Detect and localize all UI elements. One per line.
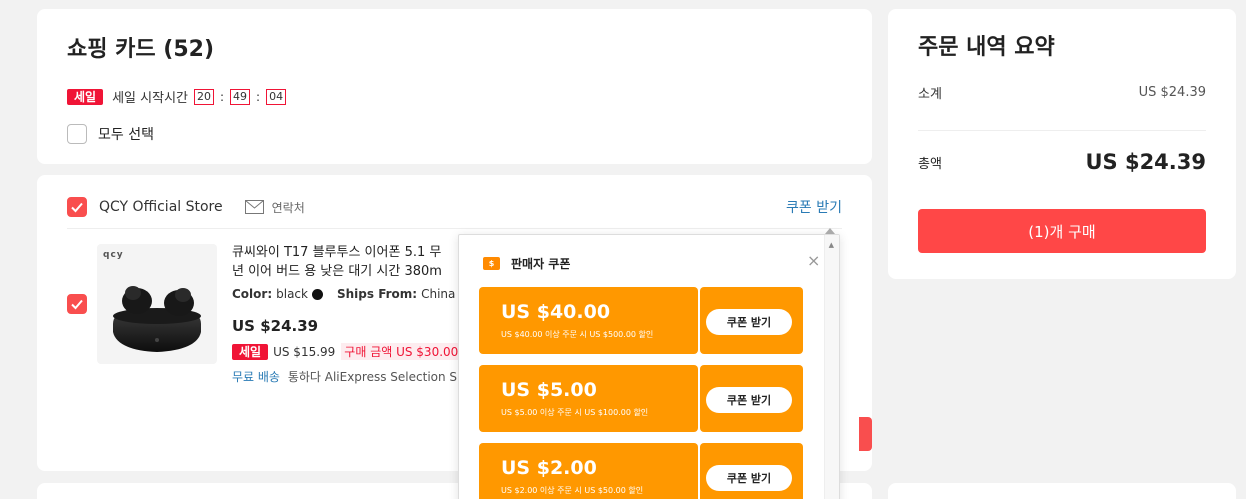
coupon-edge <box>479 365 482 432</box>
coupon-body: US $2.00 US $2.00 이상 주문 시 US $50.00 할인 <box>479 443 698 499</box>
order-summary-card: 주문 내역 요약 소계 US $24.39 총액 US $24.39 (1)개 … <box>888 9 1236 279</box>
mail-icon <box>244 200 264 214</box>
summary-title: 주문 내역 요약 <box>918 35 1055 60</box>
scroll-up-icon[interactable]: ▲ <box>829 241 834 249</box>
sale-price-row: 세일 US $15.99 구매 금액 US $30.00 <box>232 343 460 360</box>
timer-separator: : <box>256 89 261 104</box>
coupon-amount: US $5.00 <box>501 379 597 401</box>
coupon-edge <box>800 443 803 499</box>
check-icon <box>71 299 83 310</box>
partially-hidden-button[interactable] <box>859 417 872 451</box>
coupon-card: US $2.00 US $2.00 이상 주문 시 US $50.00 할인 쿠… <box>479 443 803 499</box>
product-title-line: 큐씨와이 T17 블루투스 이어폰 5.1 무 <box>232 245 442 260</box>
coupon-stub: 쿠폰 받기 <box>700 365 803 432</box>
product-options[interactable]: Color: black Ships From: China <box>232 287 455 301</box>
product-title-link[interactable]: 큐씨와이 T17 블루투스 이어폰 5.1 무 년 이어 버드 용 낮은 대기 … <box>232 243 457 281</box>
coupon-ticket-icon: $ <box>483 257 500 270</box>
coupon-card: US $5.00 US $5.00 이상 주문 시 US $100.00 할인 … <box>479 365 803 432</box>
summary-lower-card <box>888 483 1236 499</box>
free-shipping-label: 무료 배송 <box>232 370 280 384</box>
sale-timer-row: 세일 세일 시작시간 20 : 49 : 04 <box>67 87 288 106</box>
close-icon[interactable]: × <box>807 251 820 270</box>
select-all-row[interactable]: 모두 선택 <box>67 124 154 144</box>
shipping-row: 무료 배송 통하다 AliExpress Selection Shi <box>232 368 460 385</box>
sale-badge: 세일 <box>232 343 269 360</box>
ships-from-value: China <box>421 287 456 301</box>
coupon-body: US $40.00 US $40.00 이상 주문 시 US $500.00 할… <box>479 287 698 354</box>
get-coupon-button[interactable]: 쿠폰 받기 <box>706 465 792 491</box>
contact-link[interactable]: 연락처 <box>244 199 305 216</box>
subtotal-row: 소계 US $24.39 <box>918 83 1206 102</box>
earbuds-image <box>113 286 201 352</box>
total-value: US $24.39 <box>1085 150 1206 174</box>
total-row: 총액 US $24.39 <box>918 150 1206 174</box>
item-checkbox[interactable] <box>67 294 87 314</box>
cart-header-card: 쇼핑 카드 (52) 세일 세일 시작시간 20 : 49 : 04 모두 선택 <box>37 9 872 164</box>
shipping-method: 통하다 AliExpress Selection Shi <box>287 370 460 384</box>
color-label: Color: <box>232 287 273 301</box>
coupon-stub: 쿠폰 받기 <box>700 443 803 499</box>
product-title-line: 년 이어 버드 용 낮은 대기 시간 380m <box>232 264 442 279</box>
subtotal-label: 소계 <box>918 87 942 102</box>
popup-header: $ 판매자 쿠폰 <box>483 255 570 272</box>
divider <box>67 228 842 229</box>
get-coupon-button[interactable]: 쿠폰 받기 <box>706 309 792 335</box>
coupon-condition: US $40.00 이상 주문 시 US $500.00 할인 <box>501 330 654 339</box>
total-label: 총액 <box>918 156 942 172</box>
popup-title: 판매자 쿠폰 <box>511 257 571 271</box>
popup-scrollbar[interactable]: ▲ <box>824 235 839 499</box>
product-thumbnail[interactable]: qcy <box>97 244 217 364</box>
min-purchase-note: 구매 금액 US $30.00 <box>341 343 460 360</box>
page-title: 쇼핑 카드 (52) <box>67 37 215 62</box>
coupon-edge <box>479 287 482 354</box>
coupon-body: US $5.00 US $5.00 이상 주문 시 US $100.00 할인 <box>479 365 698 432</box>
coupon-amount: US $40.00 <box>501 301 611 323</box>
coupon-card: US $40.00 US $40.00 이상 주문 시 US $500.00 할… <box>479 287 803 354</box>
store-checkbox[interactable] <box>67 197 87 217</box>
coupon-stub: 쿠폰 받기 <box>700 287 803 354</box>
color-value: black <box>276 287 308 301</box>
divider <box>918 130 1206 131</box>
coupon-edge <box>800 287 803 354</box>
store-name-link[interactable]: QCY Official Store <box>99 199 223 215</box>
sale-badge: 세일 <box>67 88 104 105</box>
contact-label: 연락처 <box>271 200 305 215</box>
sale-price: US $15.99 <box>273 344 336 359</box>
timer-seconds: 04 <box>266 88 287 105</box>
check-icon <box>71 202 83 213</box>
timer-hours: 20 <box>194 88 214 105</box>
sale-start-label: 세일 시작시간 <box>112 91 188 106</box>
seller-coupon-popup: ▲ $ 판매자 쿠폰 × US $40.00 US $40.00 이상 주문 시… <box>458 228 840 499</box>
coupon-condition: US $2.00 이상 주문 시 US $50.00 할인 <box>501 486 644 495</box>
popup-pointer <box>825 228 835 234</box>
buy-button[interactable]: (1)개 구매 <box>918 209 1206 253</box>
timer-separator: : <box>220 89 225 104</box>
coupon-amount: US $2.00 <box>501 457 597 479</box>
get-coupon-link[interactable]: 쿠폰 받기 <box>786 197 842 217</box>
coupon-edge <box>479 443 482 499</box>
ships-from-label: Ships From: <box>336 287 418 301</box>
color-swatch-icon <box>311 288 323 300</box>
coupon-condition: US $5.00 이상 주문 시 US $100.00 할인 <box>501 408 649 417</box>
get-coupon-button[interactable]: 쿠폰 받기 <box>706 387 792 413</box>
store-row: QCY Official Store 연락처 쿠폰 받기 <box>67 197 842 217</box>
product-price: US $24.39 <box>232 317 319 335</box>
coupon-edge <box>800 365 803 432</box>
timer-minutes: 49 <box>230 88 251 105</box>
select-all-label[interactable]: 모두 선택 <box>98 124 154 144</box>
select-all-checkbox[interactable] <box>67 124 87 144</box>
subtotal-value: US $24.39 <box>1138 85 1206 100</box>
